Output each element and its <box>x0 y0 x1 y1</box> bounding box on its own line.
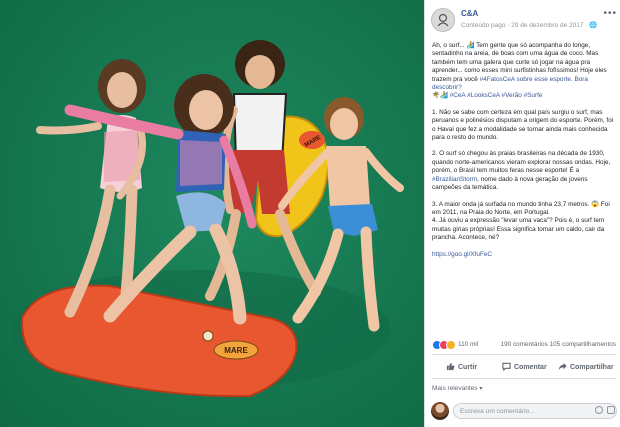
post-meta: Conteúdo pago · 29 de dezembro de 2017 ·… <box>461 22 598 29</box>
comment-input[interactable] <box>453 403 617 419</box>
post-panel: C&A Conteúdo pago · 29 de dezembro de 20… <box>424 0 620 427</box>
post-header: C&A Conteúdo pago · 29 de dezembro de 20… <box>431 6 617 36</box>
post-fact-4: 4. Já ouviu a expressão "levar uma vaca"… <box>432 217 605 242</box>
reactions-bar: 110 mil 190 comentários 105 compartilham… <box>432 339 616 351</box>
post-photo-illustration: MARE MARE <box>10 40 404 398</box>
post-actions: Curtir Comentar Compartilhar <box>432 358 616 376</box>
like-button[interactable]: Curtir <box>446 362 477 371</box>
comment-button-label: Comentar <box>514 364 547 371</box>
post-hashtags[interactable]: 🌴🏄 #CeA #LooksCeA #Verão #Surfe <box>432 92 542 99</box>
comment-composer <box>431 401 617 421</box>
chevron-down-icon: ▾ <box>479 386 483 392</box>
sort-comments-label: Mais relevantes <box>432 385 478 392</box>
reaction-icons[interactable] <box>432 340 458 350</box>
comment-bubble-icon <box>502 362 511 372</box>
comment-button[interactable]: Comentar <box>502 362 547 372</box>
like-button-label: Curtir <box>458 364 478 371</box>
board-front-brand: MARE <box>224 346 248 355</box>
share-button-label: Compartilhar <box>570 364 614 371</box>
emoji-icon[interactable] <box>595 406 603 414</box>
share-arrow-icon <box>558 362 567 371</box>
comments-shares-count[interactable]: 190 comentários 105 compartilhamentos <box>501 341 616 348</box>
page-logo-icon <box>437 13 449 27</box>
page-avatar[interactable] <box>431 8 455 32</box>
divider <box>432 354 616 355</box>
page-name-link[interactable]: C&A <box>461 9 478 18</box>
post-fact-3: 3. A maior onda já surfada no mundo tinh… <box>432 200 610 216</box>
post-text: Ah, o surf... 🏄 Tem gente que só acompan… <box>432 42 614 267</box>
girl-floral-swimsuit <box>36 59 146 318</box>
post-hashtag-brazilianstorm[interactable]: #BrazilianStorm <box>432 176 477 183</box>
post-fact-1: 1. Não se sabe com certeza em qual país … <box>432 108 614 142</box>
more-options-button[interactable]: ••• <box>603 8 617 19</box>
post-photo[interactable]: MARE MARE <box>0 0 424 427</box>
reaction-count[interactable]: 110 mil <box>458 341 478 348</box>
post-short-link[interactable]: https://goo.gl/XfuFeC <box>432 251 492 258</box>
camera-icon[interactable] <box>607 406 615 414</box>
user-avatar[interactable] <box>431 402 449 420</box>
wow-reaction-icon <box>446 340 456 350</box>
share-button[interactable]: Compartilhar <box>558 362 614 371</box>
sort-comments-dropdown[interactable]: Mais relevantes ▾ <box>432 385 482 392</box>
post-fact-2-start: 2. O surf só chegou às praias brasileira… <box>432 150 611 175</box>
thumbs-up-icon <box>446 362 455 371</box>
divider <box>432 378 616 379</box>
